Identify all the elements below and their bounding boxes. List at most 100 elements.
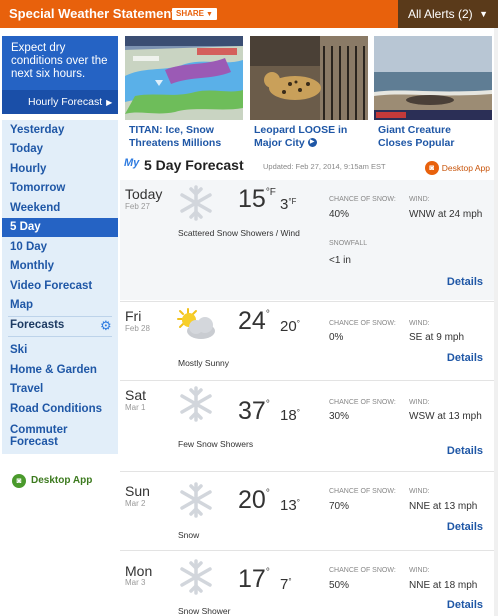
news-headline-line1: Giant Creature	[378, 124, 451, 136]
news-headline-line2: Major City	[254, 136, 305, 149]
nav-item-map[interactable]: Map	[2, 296, 118, 315]
forecast-nav: Yesterday Today Hourly Tomorrow Weekend …	[2, 120, 118, 454]
snow-chance-value: 40%	[329, 209, 350, 220]
details-link[interactable]: Details	[447, 521, 483, 533]
snow-chance-label: CHANCE OF SNOW:	[329, 399, 396, 406]
nav-item-5-day[interactable]: 5 Day	[2, 218, 118, 237]
forecasts-heading: Forecasts	[10, 319, 65, 331]
news-card[interactable]: TITAN: Ice, Snow Threatens Millions	[125, 36, 243, 150]
desktop-app-icon: ◙	[424, 160, 439, 175]
details-link[interactable]: Details	[447, 599, 483, 611]
news-card-caption[interactable]: TITAN: Ice, Snow Threatens Millions	[129, 124, 243, 149]
snow-chance-value: 70%	[329, 501, 350, 512]
day-name: Fri	[125, 308, 142, 324]
all-alerts-dropdown[interactable]: All Alerts (2) ▼	[398, 0, 498, 28]
forecast-header: My 5 Day Forecast Updated: Feb 27, 2014,…	[124, 156, 494, 178]
wind-value: NNE at 18 mph	[409, 580, 478, 591]
news-card[interactable]: Leopard LOOSE in Major City ▶	[250, 36, 368, 150]
high-temp-unit: °F	[265, 187, 276, 198]
all-alerts-label: All Alerts (2)	[408, 7, 473, 21]
condition-text: Mostly Sunny	[178, 358, 230, 368]
wind-label: WIND:	[409, 399, 430, 406]
gear-icon[interactable]: ⚙	[100, 318, 112, 334]
day-name: Sat	[125, 387, 147, 403]
nav-item-commuter-forecast[interactable]: Commuter Forecast	[2, 424, 92, 448]
share-button[interactable]: SHARE ▼	[172, 8, 217, 20]
special-weather-statement-title[interactable]: Special Weather Statement	[9, 6, 176, 21]
high-temp-unit: °	[265, 399, 270, 410]
wind-value: NNE at 13 mph	[409, 501, 478, 512]
details-link[interactable]: Details	[447, 445, 483, 457]
low-temperature: 20°	[280, 318, 300, 335]
low-temp-unit: °	[296, 498, 300, 507]
snowfall-value: <1 in	[329, 255, 351, 266]
nav-item-yesterday[interactable]: Yesterday	[2, 121, 118, 140]
beach-creature-photo-image	[374, 36, 492, 120]
nav-item-hourly[interactable]: Hourly	[2, 160, 118, 179]
nav-divider	[8, 336, 112, 337]
page-scrollbar[interactable]	[494, 28, 498, 616]
low-temp-unit: °	[288, 577, 292, 586]
day-name: Sun	[125, 483, 150, 499]
hourly-forecast-link[interactable]: Hourly Forecast ▶	[2, 90, 118, 114]
high-temperature: 17°	[238, 565, 270, 594]
nav-divider	[8, 316, 112, 317]
day-name: Mon	[125, 563, 153, 579]
nav-item-tomorrow[interactable]: Tomorrow	[2, 179, 118, 198]
chevron-down-icon: ▼	[479, 9, 488, 19]
news-headline-line1: Leopard LOOSE in	[254, 124, 348, 136]
nav-item-travel[interactable]: Travel	[2, 380, 118, 399]
low-temperature: 7°	[280, 576, 292, 593]
hourly-forecast-label: Hourly Forecast	[28, 96, 103, 108]
news-card[interactable]: Giant Creature Closes Popular	[374, 36, 492, 150]
low-temperature: 18°	[280, 407, 300, 424]
nav-item-video-forecast[interactable]: Video Forecast	[2, 277, 118, 296]
news-card-caption[interactable]: Giant Creature Closes Popular	[378, 124, 492, 149]
day-name: Today	[125, 186, 163, 202]
low-temperature: 13°	[280, 497, 300, 514]
high-temp-unit: °	[265, 488, 270, 499]
news-card-caption[interactable]: Leopard LOOSE in Major City ▶	[254, 124, 368, 149]
high-temp-value: 20	[238, 486, 266, 514]
leopard-photo-image	[250, 36, 368, 120]
forecast-title: 5 Day Forecast	[144, 157, 244, 173]
low-temperature: 3°F	[280, 196, 296, 213]
nav-item-weekend[interactable]: Weekend	[2, 199, 118, 218]
snowflake-icon	[180, 386, 212, 422]
nav-item-monthly[interactable]: Monthly	[2, 257, 118, 276]
desktop-app-link[interactable]: ◙ Desktop App	[424, 159, 490, 177]
forecast-day-row: Sat Mar 1 37° 18° Few Snow Showers CHANC…	[120, 380, 494, 470]
news-headline-line2: Closes Popular	[378, 136, 455, 149]
statement-box: Expect dry conditions over the next six …	[2, 36, 118, 114]
news-headline-line2: Threatens Millions	[129, 136, 222, 149]
day-date: Mar 1	[125, 403, 146, 412]
low-temp-value: 18	[280, 407, 297, 424]
day-date: Feb 28	[125, 324, 150, 333]
snowflake-icon	[180, 559, 212, 595]
wind-label: WIND:	[409, 196, 430, 203]
high-temperature: 24°	[238, 307, 270, 336]
chevron-right-icon: ▶	[106, 98, 113, 107]
desktop-app-link[interactable]: ◙ Desktop App	[12, 472, 92, 488]
top-bar: Special Weather Statement SHARE ▼ All Ale…	[0, 0, 498, 28]
statement-message: Expect dry conditions over the next six …	[11, 42, 108, 80]
details-link[interactable]: Details	[447, 352, 483, 364]
snowfall-label: SNOWFALL	[329, 240, 368, 247]
nav-item-home-garden[interactable]: Home & Garden	[2, 361, 118, 380]
snow-chance-label: CHANCE OF SNOW:	[329, 196, 396, 203]
details-link[interactable]: Details	[447, 276, 483, 288]
desktop-app-icon: ◙	[12, 473, 26, 488]
high-temp-value: 15	[238, 185, 266, 213]
play-video-icon[interactable]: ▶	[307, 138, 317, 148]
condition-text: Snow	[178, 530, 200, 540]
sun-cloud-icon	[177, 308, 215, 339]
nav-item-road-conditions[interactable]: Road Conditions	[2, 400, 118, 419]
low-temp-unit: °	[296, 408, 300, 417]
nav-item-today[interactable]: Today	[2, 140, 118, 159]
wind-label: WIND:	[409, 567, 430, 574]
condition-text: Few Snow Showers	[178, 439, 254, 449]
wind-value: WNW at 24 mph	[409, 209, 483, 220]
nav-item-10-day[interactable]: 10 Day	[2, 238, 118, 257]
nav-item-ski[interactable]: Ski	[2, 341, 118, 360]
high-temp-value: 24	[238, 307, 266, 335]
